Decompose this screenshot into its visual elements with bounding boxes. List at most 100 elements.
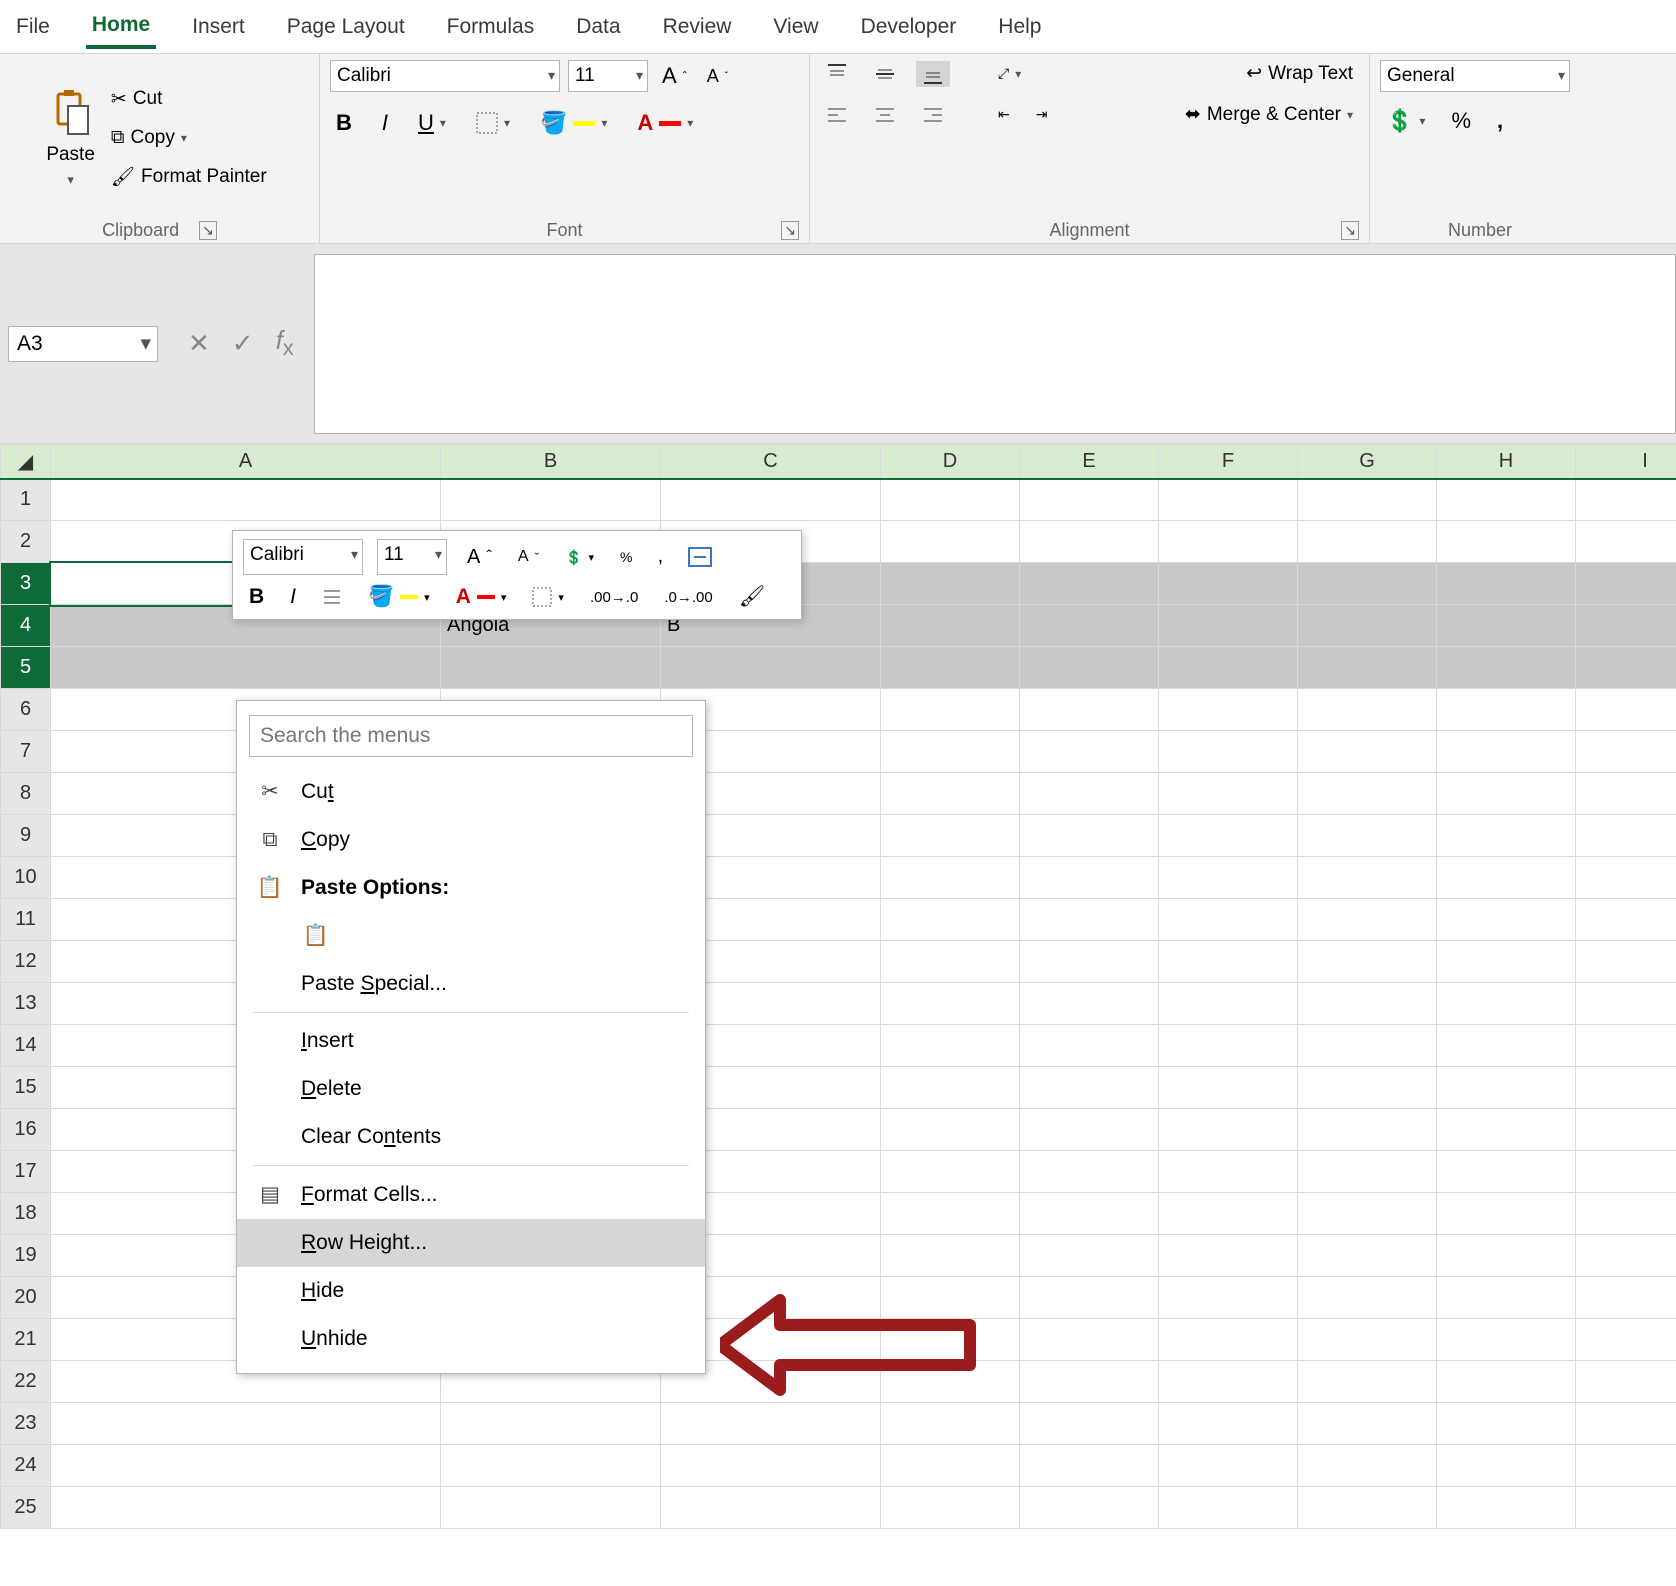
cell-B24[interactable] [441,1445,661,1487]
cell-E18[interactable] [1020,1193,1159,1235]
cell-B23[interactable] [441,1403,661,1445]
cell-F3[interactable] [1159,563,1298,605]
tab-file[interactable]: File [10,7,56,47]
cell-I25[interactable] [1576,1487,1676,1529]
decrease-font-button[interactable]: Aˇ [701,64,734,89]
tab-formulas[interactable]: Formulas [441,7,541,47]
cell-H11[interactable] [1437,899,1576,941]
cell-D6[interactable] [881,689,1020,731]
cell-I21[interactable] [1576,1319,1676,1361]
cell-E15[interactable] [1020,1067,1159,1109]
cell-H9[interactable] [1437,815,1576,857]
cell-I20[interactable] [1576,1277,1676,1319]
cell-F14[interactable] [1159,1025,1298,1067]
mini-size-select[interactable]: 11 [377,539,447,575]
cell-H1[interactable] [1437,479,1576,521]
increase-indent-button[interactable]: ⇥ [1030,104,1054,125]
cell-H16[interactable] [1437,1109,1576,1151]
tab-developer[interactable]: Developer [855,7,963,47]
fx-icon[interactable]: fx [276,325,294,361]
tab-view[interactable]: View [767,7,824,47]
formula-editor[interactable] [314,254,1676,434]
cell-E9[interactable] [1020,815,1159,857]
fill-color-button[interactable]: 🪣 ▾ [534,108,613,138]
mini-italic[interactable]: I [284,583,302,611]
cell-D17[interactable] [881,1151,1020,1193]
cell-I12[interactable] [1576,941,1676,983]
cell-D9[interactable] [881,815,1020,857]
dialog-launcher-icon[interactable]: ↘ [199,221,217,240]
cancel-formula-icon[interactable]: ✕ [188,328,210,359]
cell-E20[interactable] [1020,1277,1159,1319]
cell-G2[interactable] [1298,521,1437,563]
cell-I13[interactable] [1576,983,1676,1025]
cell-C25[interactable] [661,1487,881,1529]
cell-F22[interactable] [1159,1361,1298,1403]
ctx-copy[interactable]: ⧉Copy [237,816,705,864]
increase-font-button[interactable]: Aˆ [656,61,693,91]
cell-G12[interactable] [1298,941,1437,983]
row-header-14[interactable]: 14 [1,1025,51,1067]
cell-F5[interactable] [1159,647,1298,689]
cell-F11[interactable] [1159,899,1298,941]
mini-format-painter[interactable]: 🖌 [733,583,772,611]
cell-F16[interactable] [1159,1109,1298,1151]
mini-fill-color[interactable]: 🪣▾ [362,583,436,611]
col-header-H[interactable]: H [1437,445,1576,479]
align-right-button[interactable] [916,102,950,128]
cell-D11[interactable] [881,899,1020,941]
cell-D10[interactable] [881,857,1020,899]
cell-F19[interactable] [1159,1235,1298,1277]
cell-H17[interactable] [1437,1151,1576,1193]
row-header-12[interactable]: 12 [1,941,51,983]
cell-B25[interactable] [441,1487,661,1529]
comma-style-button[interactable]: , [1491,106,1509,136]
ctx-row-height[interactable]: Row Height... [237,1219,705,1267]
row-header-6[interactable]: 6 [1,689,51,731]
name-box[interactable]: A3 [8,326,158,362]
cell-G5[interactable] [1298,647,1437,689]
underline-button[interactable]: U ▾ [412,108,452,138]
cell-F18[interactable] [1159,1193,1298,1235]
col-header-B[interactable]: B [441,445,661,479]
cell-H18[interactable] [1437,1193,1576,1235]
cell-A5[interactable] [51,647,441,689]
cell-G9[interactable] [1298,815,1437,857]
tab-review[interactable]: Review [657,7,738,47]
row-header-10[interactable]: 10 [1,857,51,899]
select-all-cell[interactable]: ◢ [1,445,51,479]
cell-G10[interactable] [1298,857,1437,899]
row-header-13[interactable]: 13 [1,983,51,1025]
cell-G17[interactable] [1298,1151,1437,1193]
cell-D1[interactable] [881,479,1020,521]
tab-help[interactable]: Help [992,7,1047,47]
cell-I14[interactable] [1576,1025,1676,1067]
align-bottom-button[interactable] [916,61,950,87]
wrap-text-button[interactable]: ↩ Wrap Text [1240,60,1359,87]
cell-I1[interactable] [1576,479,1676,521]
cell-A1[interactable] [51,479,441,521]
copy-button[interactable]: ⧉ Copy ▾ [105,125,273,151]
cell-G21[interactable] [1298,1319,1437,1361]
cell-G14[interactable] [1298,1025,1437,1067]
cell-F23[interactable] [1159,1403,1298,1445]
cell-F15[interactable] [1159,1067,1298,1109]
font-name-select[interactable]: Calibri [330,60,560,92]
tab-home[interactable]: Home [86,5,156,49]
cell-G24[interactable] [1298,1445,1437,1487]
dialog-launcher-icon[interactable]: ↘ [1341,221,1359,240]
cell-C23[interactable] [661,1403,881,1445]
cell-G20[interactable] [1298,1277,1437,1319]
italic-button[interactable]: I [376,108,394,138]
cell-G6[interactable] [1298,689,1437,731]
cell-H8[interactable] [1437,773,1576,815]
ctx-delete[interactable]: Delete [237,1065,705,1113]
cell-F24[interactable] [1159,1445,1298,1487]
row-header-24[interactable]: 24 [1,1445,51,1487]
cell-G22[interactable] [1298,1361,1437,1403]
cell-H10[interactable] [1437,857,1576,899]
cell-I4[interactable] [1576,605,1676,647]
row-header-7[interactable]: 7 [1,731,51,773]
cell-E5[interactable] [1020,647,1159,689]
row-header-4[interactable]: 4 [1,605,51,647]
